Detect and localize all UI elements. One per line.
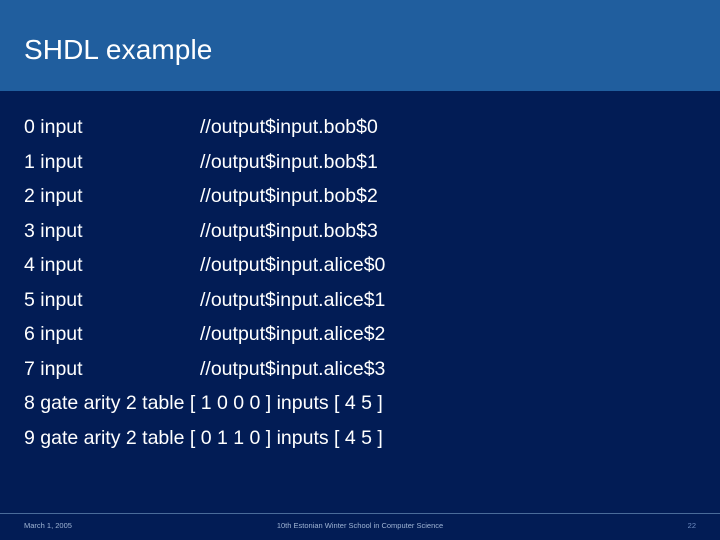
page-title: SHDL example	[24, 34, 213, 65]
code-line: 3 input //output$input.bob$3	[24, 214, 696, 249]
code-line: 2 input //output$input.bob$2	[24, 179, 696, 214]
footer-divider	[0, 513, 720, 514]
code-line: 8 gate arity 2 table [ 1 0 0 0 ] inputs …	[24, 386, 696, 421]
code-line-comment: //output$input.bob$2	[200, 185, 378, 207]
code-listing: 0 input //output$input.bob$0 1 input //outp…	[24, 110, 696, 455]
code-line: 6 input //output$input.alice$2	[24, 317, 696, 352]
code-line: 5 input //output$input.alice$1	[24, 283, 696, 318]
code-line-declaration: 5 input	[24, 288, 83, 311]
code-line-declaration: 3 input	[24, 219, 83, 242]
code-line-comment: //output$input.alice$0	[200, 254, 386, 276]
code-line-statement: 8 gate arity 2 table [ 1 0 0 0 ] inputs …	[24, 392, 383, 414]
code-line-declaration: 6 input	[24, 323, 83, 345]
code-line: 7 input //output$input.alice$3	[24, 352, 696, 387]
code-line-comment: //output$input.alice$2	[200, 323, 386, 345]
code-line: 1 input //output$input.bob$1	[24, 145, 696, 180]
code-line-comment: //output$input.alice$1	[200, 288, 386, 311]
code-line-declaration: 2 input	[24, 185, 83, 207]
slide-title-bar: SHDL example	[0, 0, 720, 91]
code-line-comment: //output$input.alice$3	[200, 357, 386, 380]
code-line-declaration: 4 input	[24, 254, 83, 276]
code-line-statement: 9 gate arity 2 table [ 0 1 1 0 ] inputs …	[24, 426, 383, 449]
code-line: 4 input //output$input.alice$0	[24, 248, 696, 283]
slide: SHDL example 0 input //output$input.bob$0…	[0, 0, 720, 540]
code-line-comment: //output$input.bob$1	[200, 150, 378, 173]
code-line: 0 input //output$input.bob$0	[24, 110, 696, 145]
footer-page-number: 22	[687, 521, 696, 530]
code-line: 9 gate arity 2 table [ 0 1 1 0 ] inputs …	[24, 421, 696, 456]
code-line-declaration: 0 input	[24, 116, 83, 138]
code-line-declaration: 7 input	[24, 357, 83, 380]
code-line-declaration: 1 input	[24, 150, 83, 173]
code-line-comment: //output$input.bob$3	[200, 219, 378, 242]
code-line-comment: //output$input.bob$0	[200, 116, 378, 138]
